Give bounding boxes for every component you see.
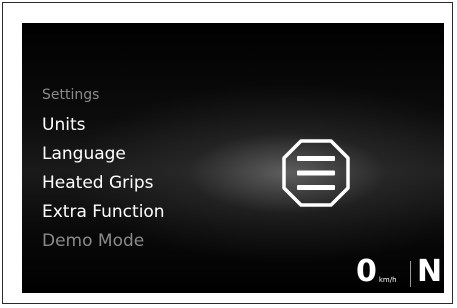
settings-menu: Settings Units Language Heated Grips Ext…	[42, 85, 165, 256]
menu-header: Settings	[42, 87, 100, 103]
gear-divider	[410, 261, 411, 287]
speed-value: 0	[356, 254, 377, 289]
speed-unit: km/h	[378, 276, 397, 284]
menu-item-units[interactable]: Units	[42, 111, 165, 140]
menu-item-extra-function[interactable]: Extra Function	[42, 198, 165, 227]
figure-frame: Settings Units Language Heated Grips Ext…	[2, 2, 453, 304]
menu-item-heated-grips[interactable]: Heated Grips	[42, 169, 165, 198]
menu-icon	[282, 139, 350, 207]
gear-indicator: N	[417, 254, 443, 289]
menu-item-demo-mode: Demo Mode	[42, 231, 145, 251]
menu-item-language[interactable]: Language	[42, 140, 165, 169]
dashboard-screen: Settings Units Language Heated Grips Ext…	[22, 23, 444, 293]
speed-readout: 0 km/h	[356, 257, 397, 287]
